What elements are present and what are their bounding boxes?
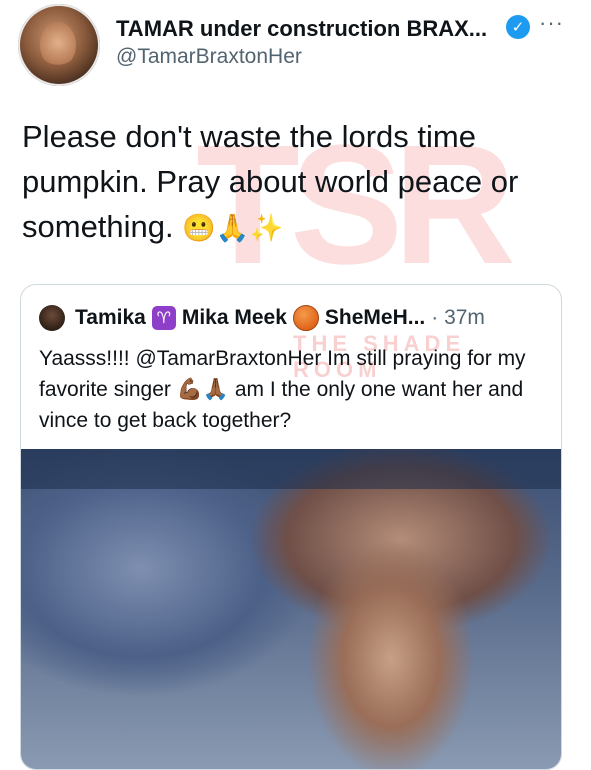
quoted-name-3: SheMeH... (324, 306, 426, 329)
quoted-timestamp[interactable]: · 37m (431, 306, 485, 330)
quoted-avatar[interactable] (39, 305, 65, 331)
video-media[interactable] (21, 449, 561, 769)
more-options-icon[interactable]: ··· (539, 10, 564, 36)
user-handle[interactable]: @TamarBraxtonHer (116, 45, 302, 69)
quoted-name-1: Tamika (75, 306, 146, 329)
video-frame-band (21, 449, 561, 489)
aries-icon: ♈ (151, 306, 176, 330)
quoted-tweet-card[interactable]: Tamika ♈ Mika Meek SheMeH... · 37m THE S… (20, 284, 562, 770)
verified-badge-icon: ✓ (506, 15, 530, 39)
basketball-icon (292, 305, 319, 331)
quoted-tweet-text: Yaasss!!!! @TamarBraxtonHer Im still pra… (39, 347, 526, 432)
tweet-emojis: 😬🙏✨ (182, 213, 284, 244)
quoted-name-2: Mika Meek (181, 306, 287, 329)
profile-avatar[interactable] (18, 4, 100, 86)
tweet-body: Please don't waste the lords time pumpki… (22, 114, 562, 251)
quoted-author-line: Tamika ♈ Mika Meek SheMeH... · 37m (75, 305, 485, 331)
display-name[interactable]: TAMAR under construction BRAX... (116, 16, 487, 42)
